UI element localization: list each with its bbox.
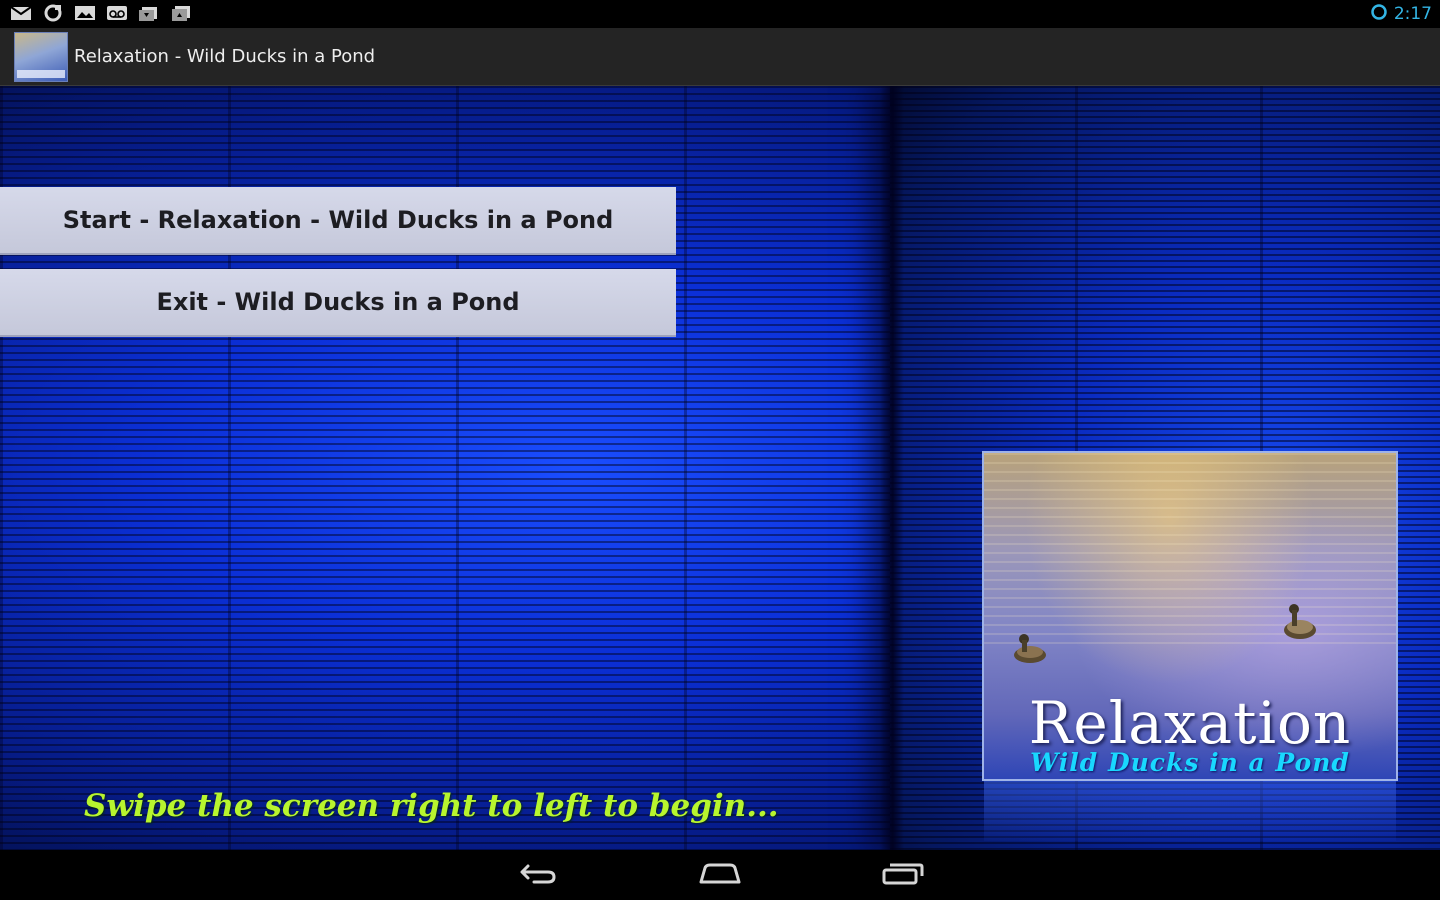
recent-apps-button[interactable] — [879, 861, 927, 889]
album-art: Relaxation Wild Ducks in a Pond — [982, 451, 1398, 781]
status-bar: 2:17 — [0, 0, 1440, 28]
back-button[interactable] — [514, 861, 562, 889]
sync-icon — [42, 4, 64, 22]
start-button[interactable]: Start - Relaxation - Wild Ducks in a Pon… — [0, 187, 676, 255]
mail-icon — [10, 4, 32, 22]
image-icon — [74, 4, 96, 22]
voicemail-icon — [106, 4, 128, 22]
app-screen: 2:17 Relaxation - Wild Ducks in a Pond S… — [0, 0, 1440, 900]
app-icon[interactable] — [14, 32, 68, 82]
home-button[interactable] — [696, 861, 744, 889]
upload-icon — [170, 4, 192, 22]
status-right: 2:17 — [1370, 3, 1432, 25]
album-subtitle: Wild Ducks in a Pond — [1030, 748, 1350, 777]
navigation-bar — [0, 850, 1440, 900]
exit-button[interactable]: Exit - Wild Ducks in a Pond — [0, 269, 676, 337]
start-button-label: Start - Relaxation - Wild Ducks in a Pon… — [62, 206, 614, 234]
album-art-reflection — [984, 781, 1396, 841]
duck-icon — [1012, 625, 1048, 669]
back-icon — [516, 860, 560, 890]
recent-apps-icon — [880, 860, 926, 890]
notification-icons — [10, 4, 192, 22]
album-title: Relaxation — [1028, 689, 1352, 757]
sync-status-icon — [1370, 3, 1388, 25]
download-icon — [138, 4, 160, 22]
app-title: Relaxation - Wild Ducks in a Pond — [74, 46, 376, 67]
main-content[interactable]: Start - Relaxation - Wild Ducks in a Pon… — [0, 86, 1440, 850]
swipe-hint: Swipe the screen right to left to begin.… — [84, 788, 779, 824]
action-bar: Relaxation - Wild Ducks in a Pond — [0, 28, 1440, 86]
page-fold-shadow — [880, 86, 904, 850]
home-icon — [697, 860, 743, 890]
duck-icon — [1280, 596, 1318, 646]
clock: 2:17 — [1393, 4, 1432, 24]
app-icon-label — [17, 70, 65, 78]
exit-button-label: Exit - Wild Ducks in a Pond — [156, 288, 520, 316]
water-ripples — [984, 453, 1396, 649]
